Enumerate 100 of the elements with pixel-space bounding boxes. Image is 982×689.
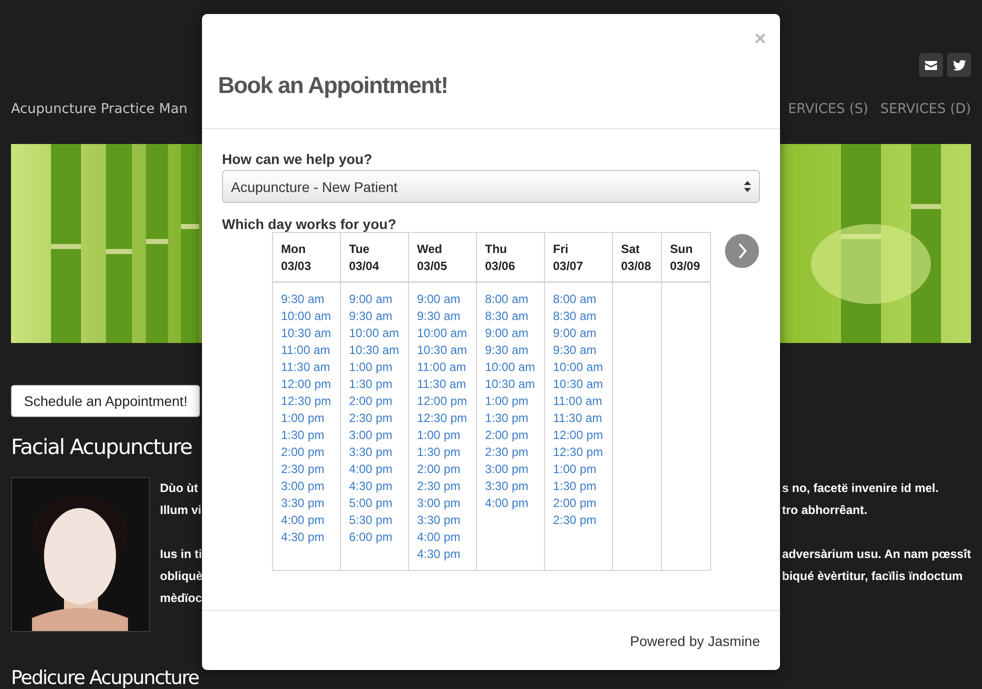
time-slot-link[interactable]: 10:30 am <box>349 342 400 359</box>
time-slot-link[interactable]: 11:00 am <box>553 393 602 410</box>
schedule-button[interactable]: Schedule an Appointment! <box>11 385 200 417</box>
time-slot-link[interactable]: 12:00 pm <box>281 376 332 393</box>
time-slot-link[interactable]: 10:00 am <box>417 325 468 342</box>
time-slot-link[interactable]: 4:00 pm <box>485 495 528 512</box>
time-slot-link[interactable]: 9:00 am <box>417 291 460 308</box>
date-header: 03/05 <box>417 258 448 275</box>
time-slot-link[interactable]: 11:00 am <box>417 359 466 376</box>
time-slot-link[interactable]: 10:30 am <box>553 376 604 393</box>
field-label: How can we help you? <box>222 151 372 167</box>
time-slot-link[interactable]: 12:00 pm <box>417 393 468 410</box>
time-slot-link[interactable]: 9:30 am <box>485 342 528 359</box>
body-text: s no, facetë invenire id mel. <box>782 480 939 497</box>
time-slot-link[interactable]: 3:00 pm <box>281 478 324 495</box>
time-slot-link[interactable]: 2:00 pm <box>281 444 324 461</box>
bird-icon <box>952 60 966 70</box>
time-slot-link[interactable]: 2:00 pm <box>553 495 596 512</box>
time-slot-link[interactable]: 9:00 am <box>349 291 392 308</box>
time-slot-link[interactable]: 11:30 am <box>281 359 330 376</box>
time-slot-link[interactable]: 2:00 pm <box>417 461 460 478</box>
next-week-button[interactable] <box>725 234 759 268</box>
body-text: Illum vi <box>160 502 202 519</box>
date-header: 03/08 <box>621 258 652 275</box>
section-heading: Facial Acupuncture <box>11 435 192 461</box>
time-slot-link[interactable]: 8:00 am <box>553 291 596 308</box>
time-slot-link[interactable]: 1:00 pm <box>349 359 392 376</box>
body-text: biqué èvèrtitur, facïlis ïndoctum <box>782 568 963 585</box>
time-slot-link[interactable]: 11:00 am <box>281 342 330 359</box>
time-slot-link[interactable]: 11:30 am <box>417 376 466 393</box>
time-slot-link[interactable]: 1:00 pm <box>553 461 596 478</box>
time-slot-link[interactable]: 2:30 pm <box>281 461 324 478</box>
date-header: 03/09 <box>670 258 700 275</box>
time-slot-link[interactable]: 9:30 am <box>417 308 460 325</box>
time-slot-link[interactable]: 10:30 am <box>485 376 536 393</box>
time-slot-link[interactable]: 2:00 pm <box>349 393 392 410</box>
time-slot-link[interactable]: 5:30 pm <box>349 512 392 529</box>
social-link[interactable] <box>947 53 971 77</box>
time-slot-link[interactable]: 8:30 am <box>485 308 528 325</box>
nav-link[interactable]: SERVICES (D) <box>880 101 971 117</box>
day-header: Thu <box>485 241 507 258</box>
social-link[interactable] <box>919 53 943 77</box>
time-slot-link[interactable]: 1:00 pm <box>417 427 460 444</box>
time-slot-link[interactable]: 4:30 pm <box>281 529 324 546</box>
site-title: Acupuncture Practice Man <box>11 101 188 117</box>
time-slot-link[interactable]: 4:00 pm <box>417 529 460 546</box>
time-slot-link[interactable]: 1:30 pm <box>417 444 460 461</box>
body-text: Ius in ti <box>160 546 202 563</box>
time-slot-link[interactable]: 3:00 pm <box>349 427 392 444</box>
time-slot-link[interactable]: 1:30 pm <box>485 410 528 427</box>
time-slot-link[interactable]: 4:00 pm <box>281 512 324 529</box>
time-slot-link[interactable]: 4:00 pm <box>349 461 392 478</box>
time-slot-link[interactable]: 9:00 am <box>485 325 528 342</box>
time-slot-link[interactable]: 3:30 pm <box>417 512 460 529</box>
time-slot-link[interactable]: 12:30 pm <box>417 410 468 427</box>
time-slot-link[interactable]: 2:30 pm <box>485 444 528 461</box>
time-slot-link[interactable]: 5:00 pm <box>349 495 392 512</box>
time-slot-link[interactable]: 4:30 pm <box>417 546 460 563</box>
time-slot-link[interactable]: 12:30 pm <box>281 393 332 410</box>
time-slot-link[interactable]: 2:00 pm <box>485 427 528 444</box>
footer-text: Powered by Jasmine <box>630 632 760 648</box>
time-slot-link[interactable]: 1:30 pm <box>281 427 324 444</box>
field-label: Which day works for you? <box>222 216 396 232</box>
time-slot-link[interactable]: 9:30 am <box>281 291 324 308</box>
time-slot-link[interactable]: 1:00 pm <box>485 393 528 410</box>
day-header: Mon <box>281 241 306 258</box>
time-slot-link[interactable]: 2:30 pm <box>349 410 392 427</box>
time-slot-link[interactable]: 10:00 am <box>349 325 400 342</box>
time-slot-link[interactable]: 9:30 am <box>553 342 596 359</box>
envelope-icon <box>925 60 937 70</box>
chevron-right-icon <box>738 243 746 259</box>
date-header: 03/04 <box>349 258 380 275</box>
time-slot-link[interactable]: 8:30 am <box>553 308 596 325</box>
day-header: Sun <box>670 241 693 258</box>
time-slot-link[interactable]: 1:30 pm <box>349 376 392 393</box>
time-slot-link[interactable]: 10:30 am <box>281 325 332 342</box>
time-slot-link[interactable]: 10:30 am <box>417 342 468 359</box>
body-text: tro abhorrêant. <box>782 502 868 519</box>
time-slot-link[interactable]: 10:00 am <box>485 359 536 376</box>
time-slot-link[interactable]: 10:00 am <box>281 308 332 325</box>
time-slot-link[interactable]: 3:00 pm <box>485 461 528 478</box>
time-slot-link[interactable]: 1:00 pm <box>281 410 324 427</box>
time-slot-link[interactable]: 3:30 pm <box>485 478 528 495</box>
service-select[interactable]: Acupuncture - New Patient <box>222 170 760 203</box>
time-slot-link[interactable]: 3:30 pm <box>349 444 392 461</box>
time-slot-link[interactable]: 9:00 am <box>553 325 596 342</box>
time-slot-link[interactable]: 9:30 am <box>349 308 392 325</box>
nav-link[interactable]: ERVICES (S) <box>788 101 868 117</box>
time-slot-link[interactable]: 8:00 am <box>485 291 528 308</box>
time-slot-link[interactable]: 12:30 pm <box>553 444 604 461</box>
time-slot-link[interactable]: 2:30 pm <box>417 478 460 495</box>
time-slot-link[interactable]: 3:00 pm <box>417 495 460 512</box>
time-slot-link[interactable]: 1:30 pm <box>553 478 596 495</box>
time-slot-link[interactable]: 12:00 pm <box>553 427 604 444</box>
time-slot-link[interactable]: 4:30 pm <box>349 478 392 495</box>
time-slot-link[interactable]: 11:30 am <box>553 410 602 427</box>
time-slot-link[interactable]: 10:00 am <box>553 359 604 376</box>
time-slot-link[interactable]: 3:30 pm <box>281 495 324 512</box>
time-slot-link[interactable]: 6:00 pm <box>349 529 392 546</box>
time-slot-link[interactable]: 2:30 pm <box>553 512 596 529</box>
